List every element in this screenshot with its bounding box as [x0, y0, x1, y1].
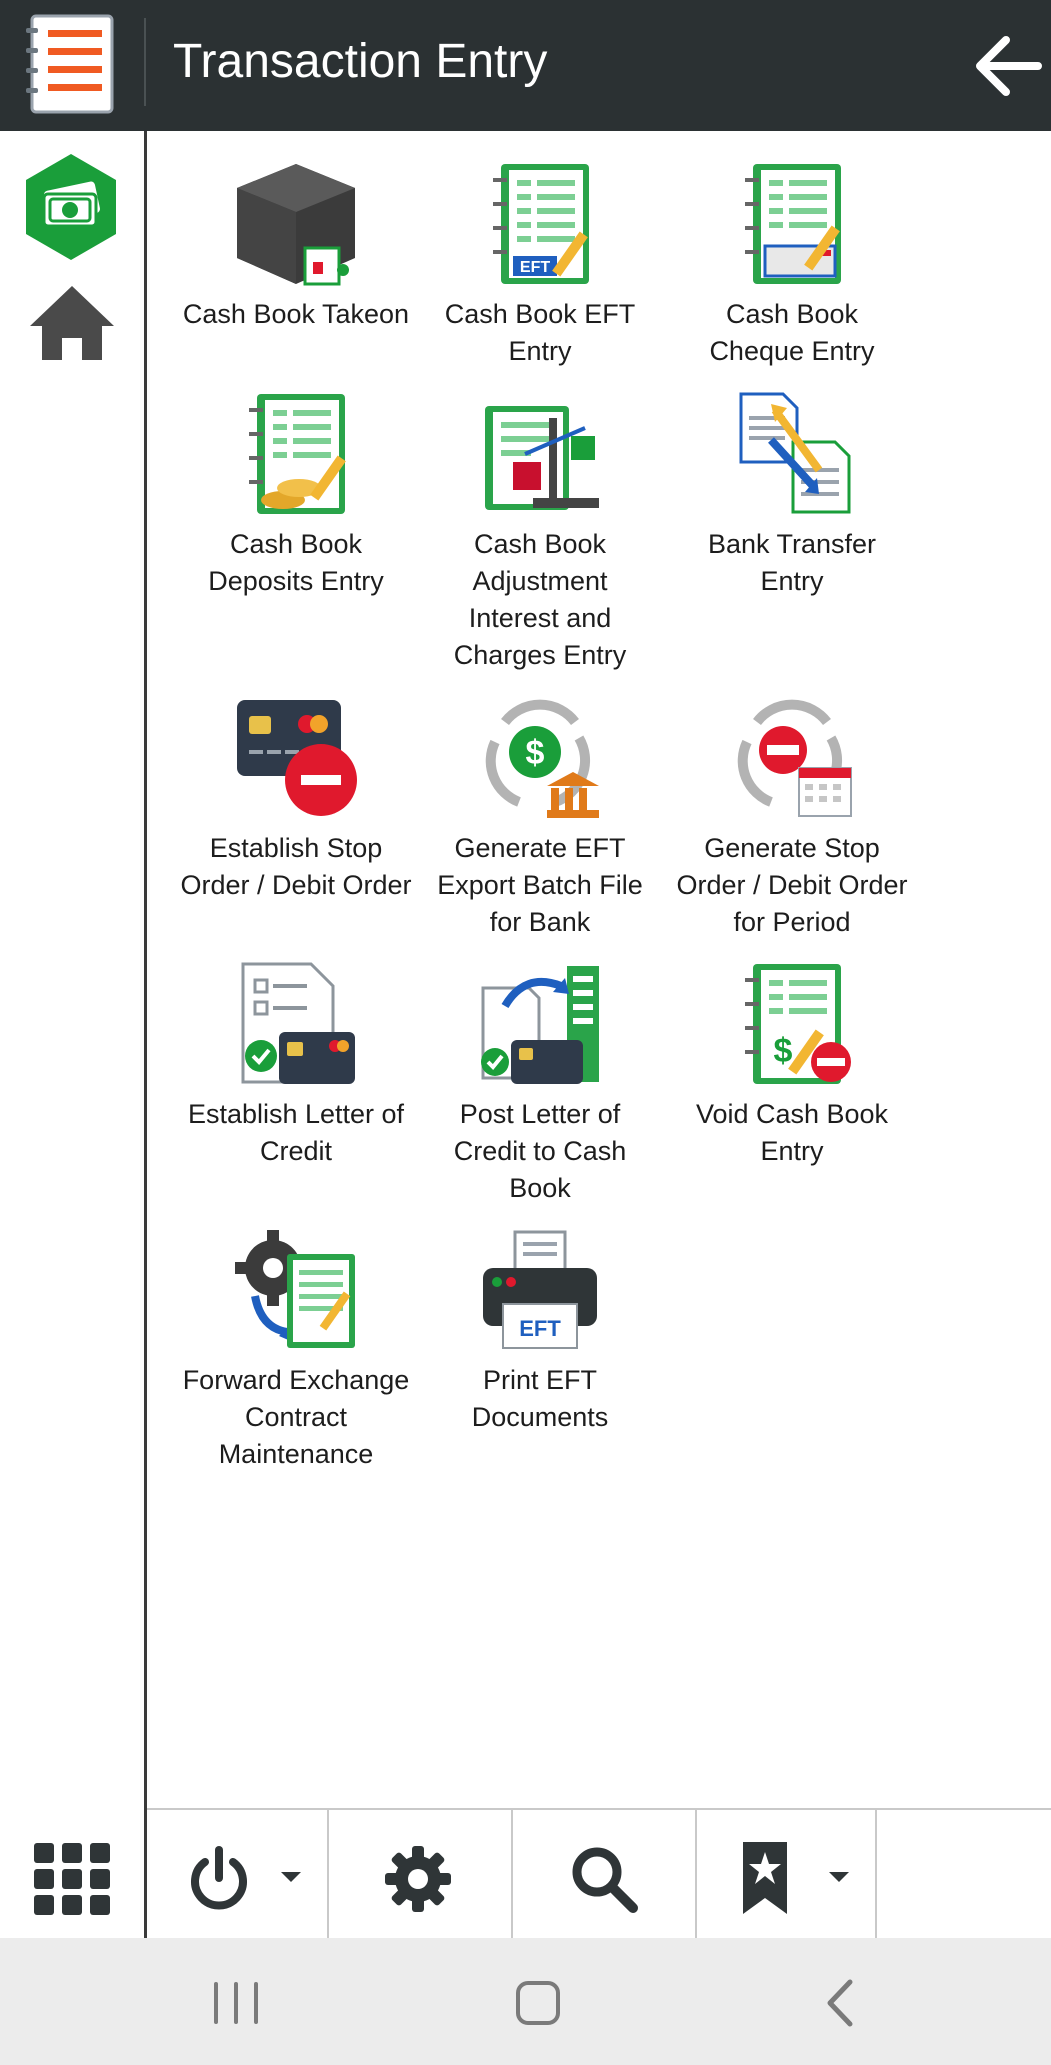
tile-label: Cash Book Cheque Entry: [709, 299, 875, 366]
sidebar-divider: [144, 131, 147, 1938]
green-ledger-cheque-icon: [745, 164, 841, 284]
money-hexagon-icon[interactable]: [22, 152, 120, 262]
ledger-scale-icon: [485, 406, 599, 510]
search-button[interactable]: [511, 1810, 697, 1940]
dropdown-caret-icon: [281, 1872, 301, 1882]
tile-label: Bank Transfer Entry: [707, 529, 877, 596]
tile-label: Cash Book Adjustment Interest and Charge…: [453, 529, 627, 670]
tile-establish-letter-of-credit[interactable]: Establish Letter of Credit: [178, 958, 414, 1170]
apps-grid-icon[interactable]: [34, 1843, 110, 1915]
tile-forward-exchange-contract[interactable]: Forward Exchange Contract Maintenance: [178, 1224, 414, 1473]
system-navigation-bar: [0, 1938, 1051, 2065]
header-divider: [144, 18, 146, 106]
card-to-ledger-icon: [481, 966, 599, 1084]
gear-icon: [385, 1846, 451, 1912]
recent-apps-icon[interactable]: [196, 1968, 276, 2038]
back-nav-icon[interactable]: [800, 1968, 880, 2038]
app-header: Transaction Entry: [0, 0, 1051, 131]
cycle-stop-calendar-icon: [737, 699, 852, 817]
printer-eft-icon: EFT: [483, 1230, 597, 1349]
tile-cash-book-adjustment[interactable]: Cash Book Adjustment Interest and Charge…: [422, 388, 658, 674]
back-arrow-icon[interactable]: [964, 24, 1048, 108]
tile-generate-eft-export[interactable]: $ Generate EFT Export Batch File for Ban…: [422, 692, 658, 941]
gear-ledger-icon: [235, 1230, 355, 1348]
card-stop-icon: [237, 700, 357, 816]
tile-void-cash-book-entry[interactable]: $ Void Cash Book Entry: [674, 958, 910, 1170]
dropdown-caret-icon: [829, 1872, 849, 1882]
green-ledger-coins-icon: [249, 394, 346, 514]
tile-bank-transfer-entry[interactable]: Bank Transfer Entry: [674, 388, 910, 600]
bottom-toolbar: [147, 1808, 1051, 1940]
cycle-dollar-bank-icon: $: [485, 699, 599, 818]
power-menu-button[interactable]: [147, 1810, 329, 1940]
tile-establish-stop-order[interactable]: Establish Stop Order / Debit Order: [178, 692, 414, 904]
tile-label: Void Cash Book Entry: [695, 1099, 889, 1166]
tile-label: Post Letter of Credit to Cash Book: [453, 1099, 627, 1203]
svg-text:$: $: [774, 1032, 793, 1070]
tile-cash-book-takeon[interactable]: Cash Book Takeon: [178, 158, 414, 333]
tile-post-letter-of-credit[interactable]: Post Letter of Credit to Cash Book: [422, 958, 658, 1207]
tile-print-eft-documents[interactable]: EFT Print EFT Documents: [422, 1224, 658, 1436]
tile-label: Establish Letter of Credit: [187, 1099, 405, 1166]
bookmark-menu-button[interactable]: [695, 1810, 877, 1940]
tile-label: Generate EFT Export Batch File for Bank: [437, 833, 643, 937]
bookmark-star-icon: [743, 1842, 787, 1914]
document-transfer-icon: [739, 392, 851, 514]
notebook-menu-icon[interactable]: [24, 12, 118, 116]
tile-label: Generate Stop Order / Debit Order for Pe…: [676, 833, 908, 937]
settings-button[interactable]: [327, 1810, 513, 1940]
tile-cash-book-cheque-entry[interactable]: Cash Book Cheque Entry: [674, 158, 910, 370]
svg-text:EFT: EFT: [520, 259, 550, 276]
tile-label: Cash Book Deposits Entry: [208, 529, 384, 596]
tile-generate-stop-order-period[interactable]: Generate Stop Order / Debit Order for Pe…: [674, 692, 910, 941]
svg-text:$: $: [526, 734, 545, 772]
cube-safe-icon: [237, 164, 355, 286]
tile-label: Forward Exchange Contract Maintenance: [182, 1365, 410, 1469]
green-ledger-eft-icon: EFT: [493, 164, 589, 284]
tile-label: Cash Book Takeon: [182, 299, 410, 329]
checklist-card-icon: [241, 962, 355, 1084]
search-icon: [572, 1847, 638, 1913]
tile-label: Cash Book EFT Entry: [444, 299, 636, 366]
tile-cash-book-eft-entry[interactable]: EFT Cash Book EFT Entry: [422, 158, 658, 370]
svg-text:EFT: EFT: [519, 1316, 561, 1341]
tile-label: Establish Stop Order / Debit Order: [180, 833, 412, 900]
ledger-void-icon: $: [745, 964, 851, 1084]
page-title: Transaction Entry: [173, 35, 548, 88]
tile-cash-book-deposits-entry[interactable]: Cash Book Deposits Entry: [178, 388, 414, 600]
home-icon[interactable]: [26, 282, 118, 364]
power-icon: [191, 1846, 247, 1910]
home-nav-icon[interactable]: [498, 1968, 578, 2038]
tile-label: Print EFT Documents: [471, 1365, 609, 1432]
